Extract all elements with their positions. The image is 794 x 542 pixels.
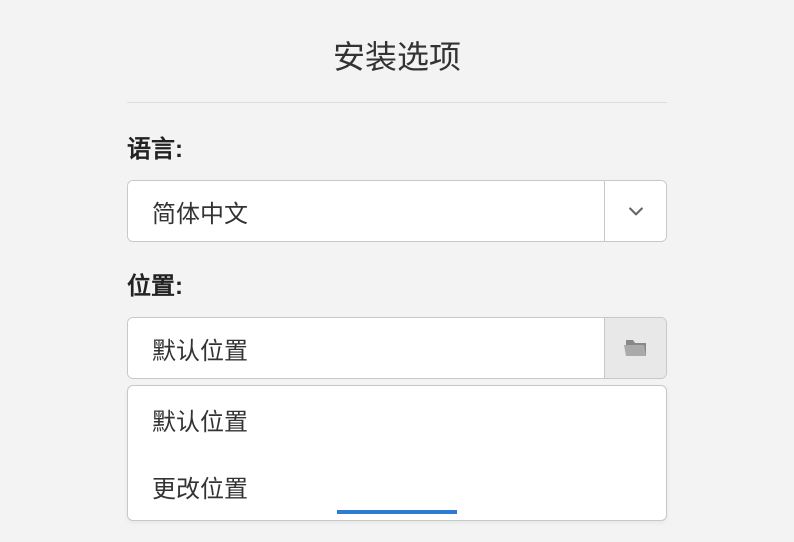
- language-field: 语言: 简体中文: [127, 129, 667, 242]
- progress-indicator: [337, 510, 457, 514]
- location-input-wrap: [127, 317, 667, 379]
- language-select[interactable]: 简体中文: [127, 180, 667, 242]
- location-input[interactable]: [128, 318, 604, 378]
- page-title: 安装选项: [127, 32, 667, 102]
- location-field: 位置: 默认位置 更改位置: [127, 266, 667, 379]
- chevron-down-icon: [626, 201, 646, 221]
- folder-icon: [624, 338, 648, 358]
- title-divider: [127, 102, 667, 103]
- browse-folder-button[interactable]: [604, 318, 666, 378]
- language-value: 简体中文: [128, 181, 604, 241]
- location-label: 位置:: [127, 266, 667, 301]
- language-dropdown-button[interactable]: [604, 181, 666, 241]
- install-options-panel: 安装选项 语言: 简体中文 位置: 默认位置 更改位置: [127, 0, 667, 379]
- language-label: 语言:: [127, 129, 667, 164]
- location-dropdown: 默认位置 更改位置: [127, 385, 667, 521]
- location-option-default[interactable]: 默认位置: [128, 386, 666, 453]
